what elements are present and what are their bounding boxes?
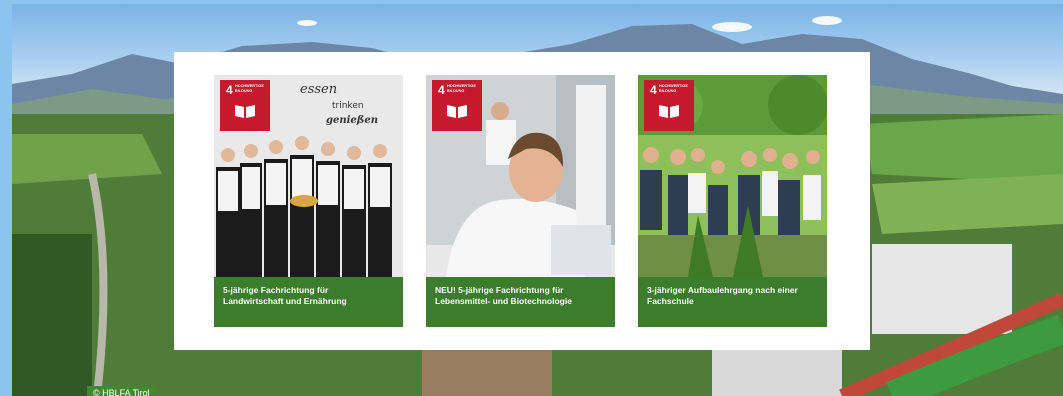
sdg-badge: 4 HOCHWERTIGE BILDUNG — [220, 80, 270, 131]
book-icon — [235, 105, 255, 118]
program-tile-aufbaulehrgang[interactable]: 4 HOCHWERTIGE BILDUNG 3-jähriger Aufbaule… — [638, 75, 827, 327]
svg-text:essen: essen — [300, 82, 337, 97]
sdg-badge: 4 HOCHWERTIGE BILDUNG — [644, 80, 694, 131]
svg-text:genießen: genießen — [326, 115, 378, 126]
program-tile-lebensmittel[interactable]: 4 HOCHWERTIGE BILDUNG NEU! 5-jährige Fach… — [426, 75, 615, 327]
svg-text:trinken: trinken — [332, 101, 364, 111]
program-caption: 5-jährige Fachrichtung für Landwirtschaft… — [214, 277, 403, 327]
book-icon — [659, 105, 679, 118]
sdg-badge: 4 HOCHWERTIGE BILDUNG — [432, 80, 482, 131]
program-tile-landwirtschaft[interactable]: essen trinken genießen 4 HOCHWERTIGE BIL… — [214, 75, 403, 327]
program-caption: 3-jähriger Aufbaulehrgang nach einer Fach… — [638, 277, 827, 327]
book-icon — [447, 105, 467, 118]
program-caption: NEU! 5-jährige Fachrichtung für Lebensmit… — [426, 277, 615, 327]
photo-credit: © HBLFA Tirol — [87, 386, 156, 396]
program-panel: essen trinken genießen 4 HOCHWERTIGE BIL… — [174, 52, 870, 350]
